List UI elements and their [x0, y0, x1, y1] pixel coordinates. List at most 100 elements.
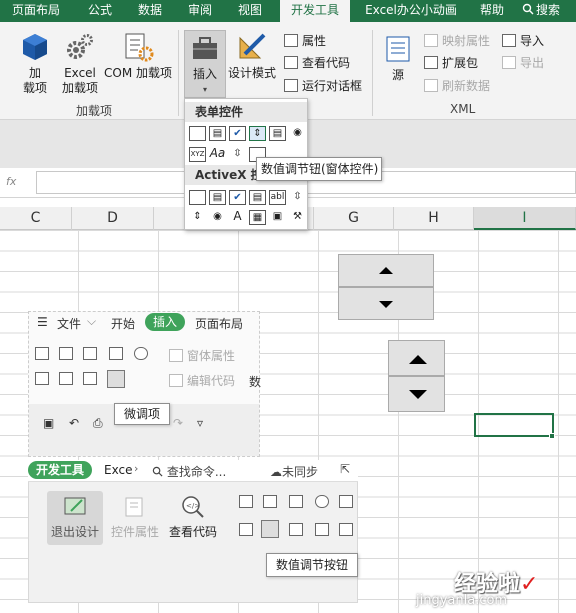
tab-developer[interactable]: 开发工具	[280, 0, 350, 22]
more-controls-icon[interactable]: ⚒	[289, 210, 306, 225]
source-button[interactable]: 源	[380, 34, 416, 83]
tab-view[interactable]: 视图	[230, 0, 270, 22]
view-code-button[interactable]: 查看代码	[284, 54, 350, 72]
textbox-icon[interactable]	[289, 495, 303, 508]
exit-design-button[interactable]: 退出设计	[49, 495, 101, 540]
map-properties-button[interactable]: 映射属性	[424, 32, 490, 50]
selected-cell[interactable]	[474, 413, 554, 437]
spin-icon-highlighted[interactable]	[261, 520, 279, 538]
tab-excel-animation[interactable]: Excel办公小动画	[358, 0, 464, 22]
share-icon[interactable]: ⇱	[340, 462, 350, 476]
column-header-selected[interactable]: I	[474, 207, 576, 230]
activex-image-icon[interactable]: ▦	[249, 210, 266, 225]
scroll-bar-icon[interactable]: ⇳	[229, 147, 246, 162]
spin-down-button[interactable]	[338, 287, 434, 320]
activex-textbox-icon[interactable]: abl	[269, 190, 286, 205]
combo-icon[interactable]	[59, 347, 73, 360]
tab-help[interactable]: 帮助	[470, 0, 514, 22]
radio-icon[interactable]	[315, 495, 329, 508]
combo-icon[interactable]	[239, 523, 253, 536]
print-icon[interactable]: ⎙	[93, 416, 103, 431]
button-control-icon[interactable]	[189, 126, 206, 141]
window-properties-button[interactable]: 窗体属性	[169, 347, 235, 364]
textbox-icon[interactable]	[83, 347, 97, 360]
properties-button[interactable]: 属性	[284, 32, 326, 50]
label-icon[interactable]	[315, 523, 329, 536]
column-header[interactable]: C	[0, 207, 72, 230]
tab-data[interactable]: 数据	[130, 0, 170, 22]
checkbox-icon[interactable]	[109, 347, 123, 360]
radio-icon[interactable]	[134, 347, 148, 360]
scroll-icon[interactable]	[289, 523, 303, 536]
group-box-icon[interactable]: XYZ	[189, 147, 206, 162]
tab-page-layout[interactable]: 页面布局	[195, 315, 243, 332]
checkbox-control-icon[interactable]: ✔	[229, 126, 246, 141]
activex-combo-icon[interactable]: ▤	[209, 190, 226, 205]
activex-label-icon[interactable]: A	[229, 210, 246, 225]
label-icon[interactable]	[35, 347, 49, 360]
edit-code-button[interactable]: 编辑代码	[169, 372, 235, 389]
activex-checkbox-icon[interactable]: ✔	[229, 190, 246, 205]
tab-page-layout[interactable]: 页面布局	[6, 0, 66, 22]
spin-up-button[interactable]	[338, 254, 434, 287]
tab-developer-active[interactable]: 开发工具	[28, 461, 92, 479]
control-properties-button[interactable]: 控件属性	[109, 495, 161, 540]
insert-controls-button[interactable]: 插入 ▾	[184, 30, 226, 98]
com-addins-button[interactable]: COM 加载项	[102, 32, 174, 81]
column-header[interactable]: H	[394, 207, 474, 230]
tab-formulas[interactable]: 公式	[80, 0, 120, 22]
list-box-icon[interactable]: ▤	[269, 126, 286, 141]
view-code-button[interactable]: </> 查看代码	[167, 495, 219, 540]
scroll-icon[interactable]	[35, 372, 49, 385]
excel-tab-truncated[interactable]: Exce	[104, 463, 132, 477]
search-icon	[522, 3, 534, 15]
fx-icon[interactable]: fx	[6, 175, 16, 188]
more-icon[interactable]: ▿	[197, 416, 203, 430]
excel-addins-button[interactable]: Excel 加载项	[58, 32, 102, 96]
design-mode-button[interactable]: 设计模式	[226, 32, 278, 81]
export-button[interactable]: 导出	[502, 54, 544, 72]
option-button-icon[interactable]: ◉	[289, 126, 306, 141]
activex-option-icon[interactable]: ◉	[209, 210, 226, 225]
chevron-right-icon[interactable]: ›	[134, 462, 138, 475]
addins-button[interactable]: 加 载项	[14, 32, 56, 96]
expansion-pack-button[interactable]: 扩展包	[424, 54, 478, 72]
sync-status[interactable]: ☁未同步	[270, 463, 318, 480]
list-icon[interactable]	[59, 372, 73, 385]
addins-button-label: 加 载项	[22, 66, 47, 95]
column-header[interactable]: D	[72, 207, 154, 230]
refresh-data-button[interactable]: 刷新数据	[424, 77, 490, 95]
tab-insert-active[interactable]: 插入	[145, 313, 185, 331]
redo-icon[interactable]: ↷	[173, 416, 183, 430]
file-menu[interactable]: 文件	[57, 315, 81, 332]
spin-down-button[interactable]	[388, 376, 445, 412]
image-icon[interactable]	[83, 372, 97, 385]
run-dialog-button[interactable]: 运行对话框	[284, 77, 362, 95]
hamburger-icon[interactable]: ☰	[37, 315, 48, 329]
checkbox-icon[interactable]	[239, 495, 253, 508]
column-header[interactable]: G	[314, 207, 394, 230]
undo-icon[interactable]: ↶	[69, 416, 79, 430]
activex-toggle-icon[interactable]: ▣	[269, 210, 286, 225]
tab-start[interactable]: 开始	[111, 315, 135, 332]
activex-spin-icon[interactable]: ⇕	[189, 210, 206, 225]
activex-scroll-icon[interactable]: ⇳	[289, 190, 306, 205]
button-icon[interactable]	[263, 495, 277, 508]
spin-up-button[interactable]	[388, 340, 445, 376]
label-control-icon[interactable]: Aa	[209, 147, 226, 162]
activex-button-icon[interactable]	[189, 190, 206, 205]
save-icon[interactable]: ▣	[43, 416, 54, 430]
code-magnifier-icon: </>	[182, 496, 204, 518]
combo-box-icon[interactable]: ▤	[209, 126, 226, 141]
tab-search[interactable]: 搜索	[522, 0, 576, 22]
spin-button-icon[interactable]: ⇕	[249, 126, 266, 141]
fill-handle[interactable]	[549, 433, 555, 439]
activex-list-icon[interactable]: ▤	[249, 190, 266, 205]
image-icon[interactable]	[339, 523, 353, 536]
search-command[interactable]: 查找命令...	[152, 463, 226, 480]
spin-icon-highlighted[interactable]	[107, 370, 125, 388]
list-icon[interactable]	[339, 495, 353, 508]
import-button[interactable]: 导入	[502, 32, 544, 50]
tab-review[interactable]: 审阅	[180, 0, 220, 22]
search-icon	[152, 466, 163, 477]
